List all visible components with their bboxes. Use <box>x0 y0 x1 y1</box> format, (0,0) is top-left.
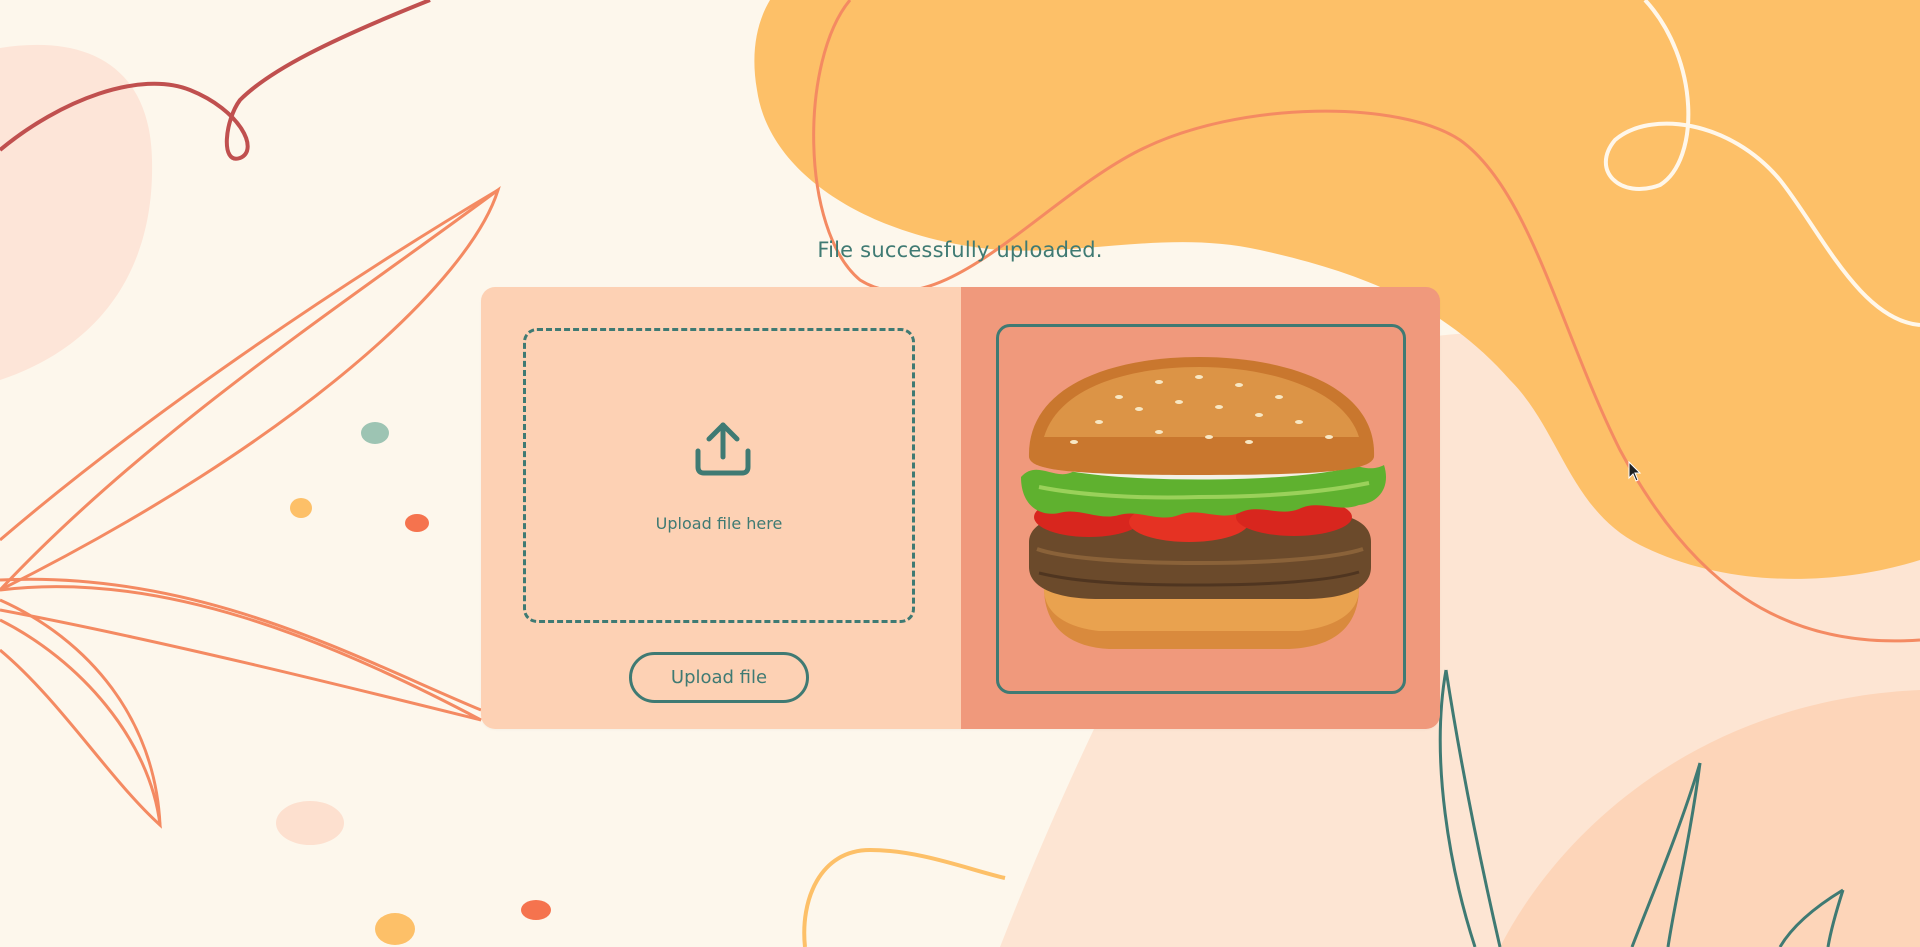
upload-card: Upload file here Upload file <box>481 287 1440 729</box>
dropzone-label: Upload file here <box>655 514 783 533</box>
yellow-dot <box>290 498 312 518</box>
mouse-cursor-icon <box>1628 461 1642 482</box>
yellow-curve-line <box>802 847 1006 947</box>
teal-dot <box>361 422 389 444</box>
red-dot-bottom <box>521 900 551 920</box>
upload-success-message: File successfully uploaded. <box>817 238 1103 262</box>
upload-file-button[interactable]: Upload file <box>629 652 809 703</box>
peach-blob-left <box>0 44 153 381</box>
peach-blob-small <box>276 801 344 845</box>
upload-icon <box>695 422 751 476</box>
hamburger-image <box>1021 357 1387 649</box>
preview-frame <box>996 324 1406 694</box>
red-dot <box>405 514 429 532</box>
yellow-dot-bottom <box>375 913 415 945</box>
file-dropzone[interactable]: Upload file here <box>523 328 915 623</box>
preview-panel <box>961 287 1440 729</box>
upload-panel: Upload file here Upload file <box>481 287 961 729</box>
